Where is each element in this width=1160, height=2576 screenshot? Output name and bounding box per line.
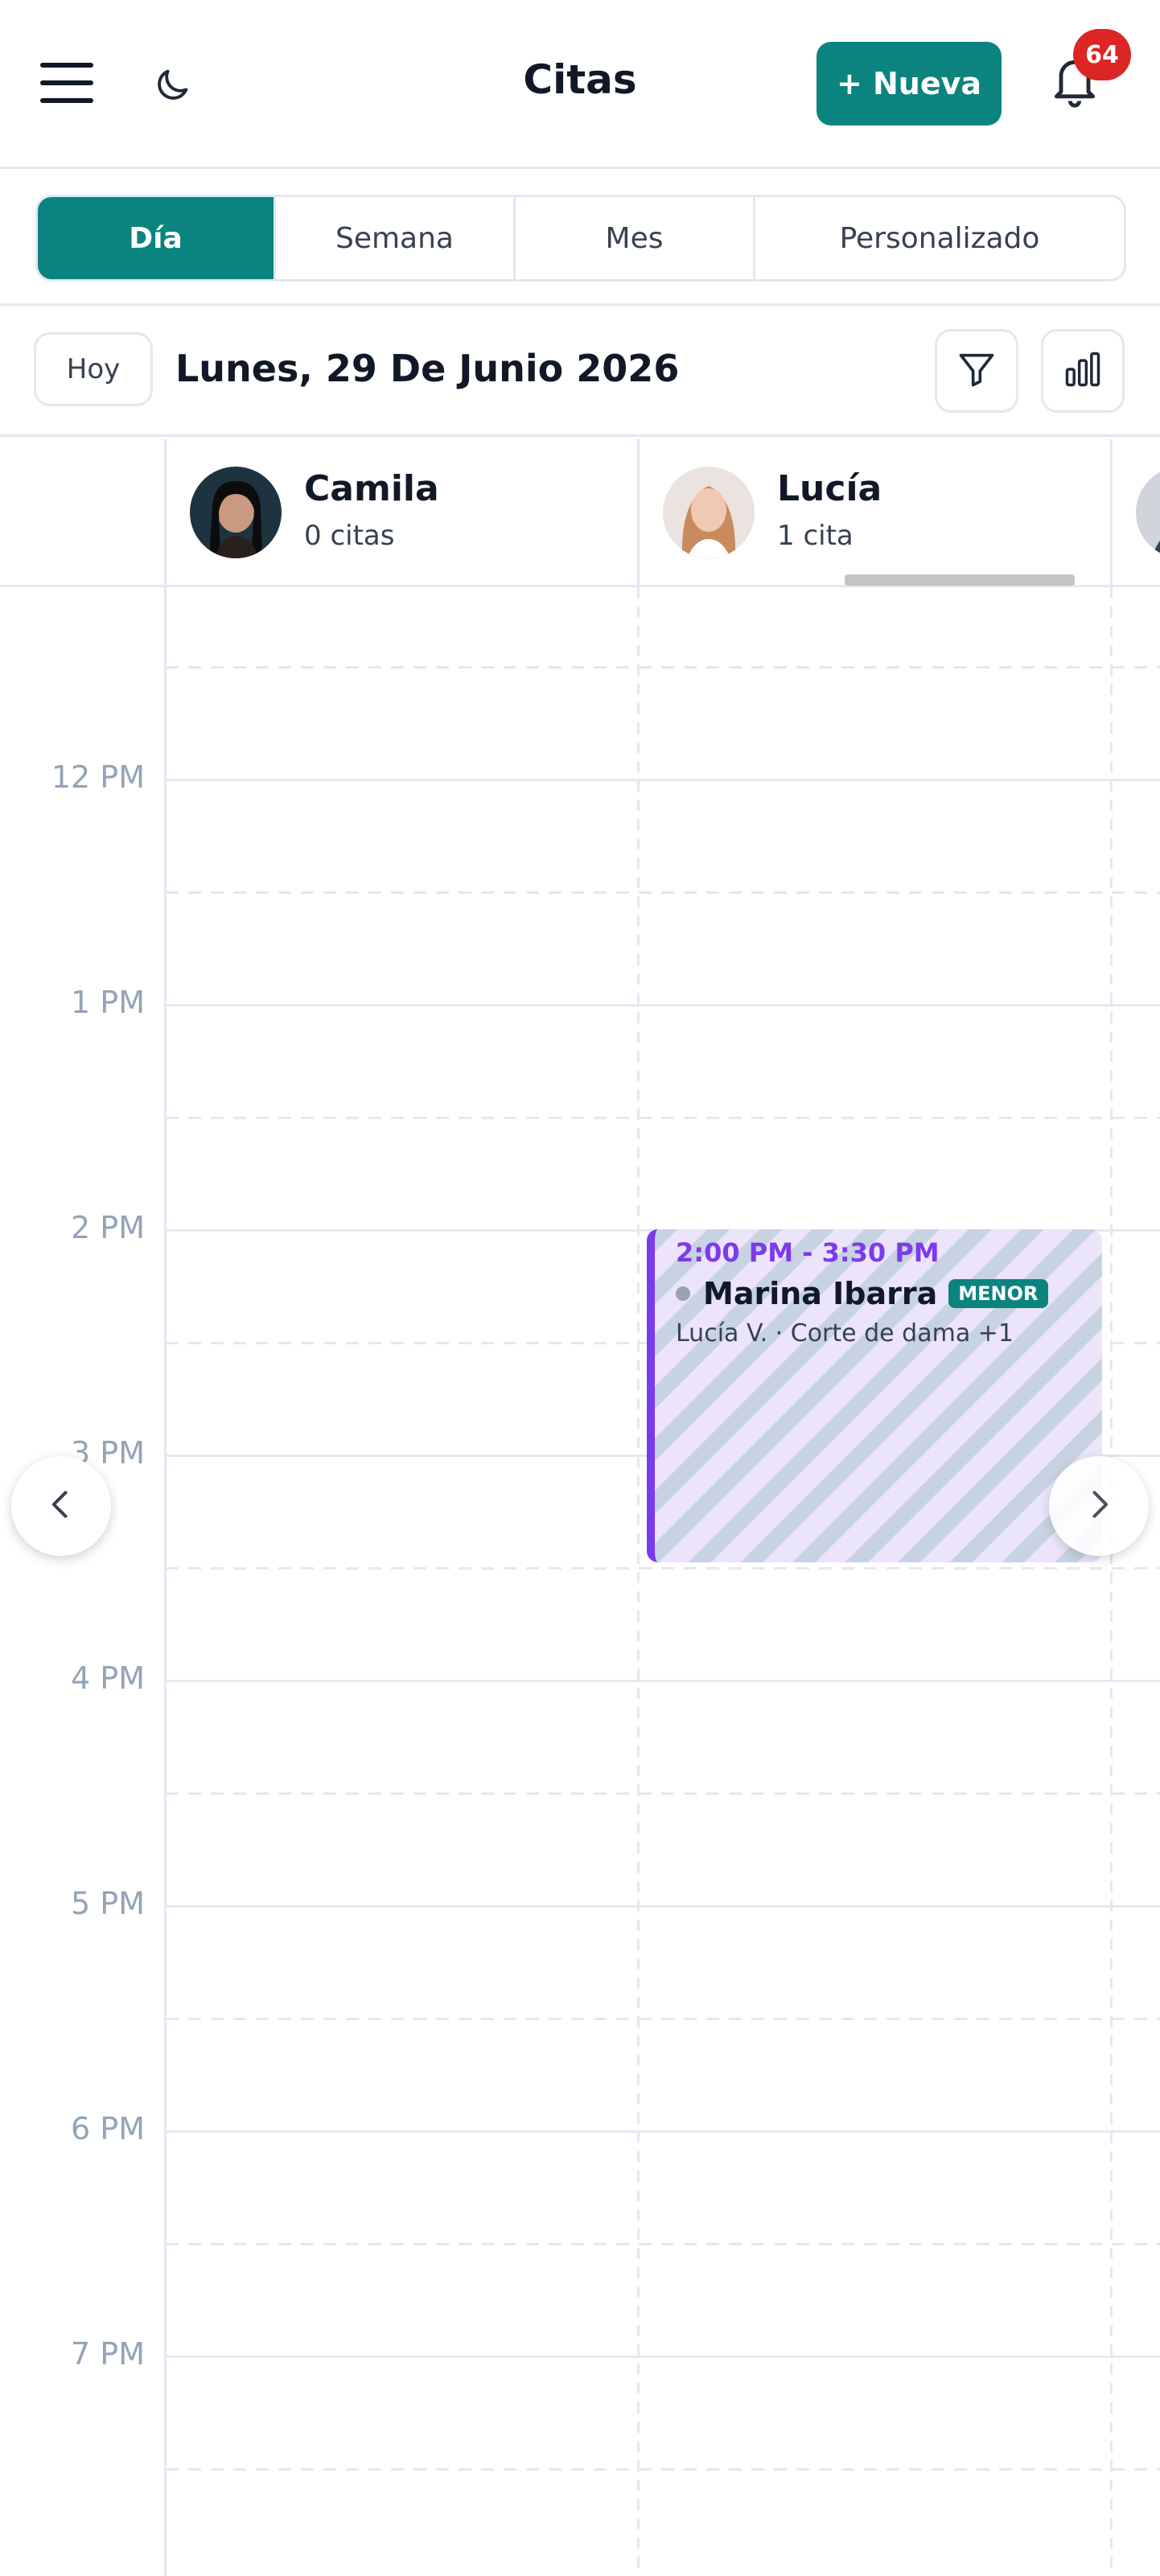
staff-name: Camila [304, 468, 439, 509]
today-button[interactable]: Hoy [34, 332, 153, 406]
chevron-left-icon [43, 1487, 79, 1525]
moon-icon[interactable] [151, 64, 193, 106]
appointment-card[interactable]: 2:00 PM - 3:30 PM Marina Ibarra MENOR Lu… [647, 1229, 1102, 1562]
time-label: 6 PM [71, 2111, 145, 2146]
tab-day[interactable]: Día [38, 197, 276, 279]
tab-week[interactable]: Semana [276, 197, 516, 279]
current-date: Lunes, 29 De Junio 2026 [175, 347, 680, 390]
status-dot [676, 1286, 690, 1301]
date-bar: Hoy Lunes, 29 De Junio 2026 [0, 308, 1160, 437]
avatar [663, 467, 755, 558]
page-title: Citas [523, 56, 637, 103]
time-label: 2 PM [71, 1210, 145, 1245]
staff-appointment-count: 0 citas [304, 520, 395, 552]
appointment-client-row: Marina Ibarra MENOR [676, 1276, 1048, 1311]
view-tabs: Día Semana Mes Personalizado [35, 195, 1126, 282]
tab-month[interactable]: Mes [516, 197, 755, 279]
minor-tag: MENOR [948, 1279, 1048, 1308]
time-label: 7 PM [71, 2336, 145, 2372]
notification-badge: 64 [1073, 29, 1131, 80]
next-staff-button[interactable] [1049, 1456, 1149, 1556]
hamburger-menu-icon[interactable] [40, 63, 93, 103]
staff-column-partial[interactable] [1112, 439, 1160, 587]
appointment-details: Lucía V. · Corte de dama +1 [676, 1319, 1014, 1348]
staff-column-camila[interactable]: Camila 0 citas [166, 439, 637, 587]
stats-button[interactable] [1041, 329, 1125, 413]
chevron-right-icon [1081, 1487, 1117, 1525]
filter-button[interactable] [935, 329, 1018, 413]
view-tabs-row: Día Semana Mes Personalizado [0, 171, 1160, 306]
previous-staff-button[interactable] [11, 1456, 111, 1556]
tab-custom[interactable]: Personalizado [755, 197, 1124, 279]
staff-appointment-count: 1 cita [777, 520, 854, 552]
filter-icon [956, 348, 998, 393]
time-label: 12 PM [51, 759, 145, 795]
bar-chart-icon [1062, 348, 1104, 393]
time-label: 5 PM [71, 1886, 145, 1921]
horizontal-scrollbar[interactable] [845, 574, 1075, 586]
client-name: Marina Ibarra [703, 1276, 938, 1311]
time-label: 4 PM [71, 1660, 145, 1696]
schedule-grid: 12 PM 1 PM 2 PM 3 PM 4 PM 5 PM 6 PM 7 PM [0, 587, 1160, 2576]
staff-column-lucia[interactable]: Lucía 1 cita [639, 439, 1110, 587]
calendar-page: Citas + Nueva 64 Día Semana Mes Personal… [0, 0, 1160, 2576]
staff-name: Lucía [777, 468, 882, 509]
avatar [1136, 467, 1160, 558]
new-appointment-button[interactable]: + Nueva [817, 42, 1002, 126]
appointment-time: 2:00 PM - 3:30 PM [676, 1237, 940, 1268]
staff-header: Camila 0 citas Lucía 1 cita [0, 439, 1160, 587]
time-label: 1 PM [71, 985, 145, 1020]
app-header: Citas + Nueva 64 [0, 0, 1160, 169]
avatar [190, 467, 282, 558]
